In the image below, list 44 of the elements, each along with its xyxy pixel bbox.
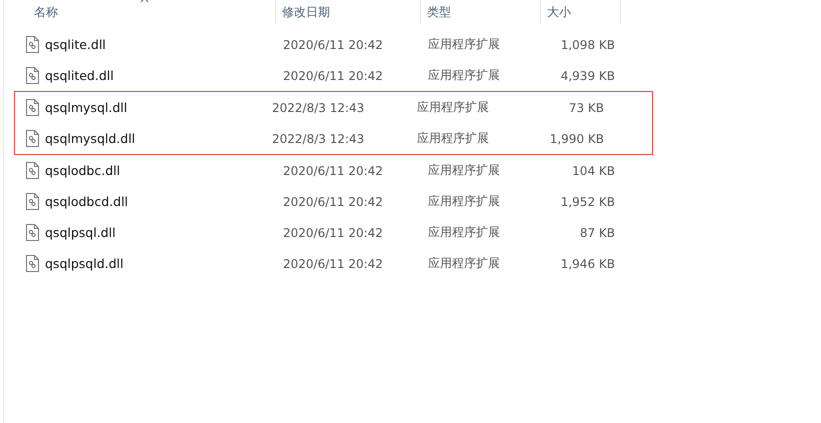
modified-date: 2020/6/11 20:42	[283, 164, 384, 178]
file-size: 1,990 KB	[548, 132, 604, 146]
file-size: 4,939 KB	[560, 68, 615, 82]
file-name[interactable]: qsqlpsqld.dll	[45, 256, 124, 271]
file-name[interactable]: qsqlpsql.dll	[45, 225, 116, 240]
column-header[interactable]: 修改日期	[282, 4, 330, 20]
file-icon	[26, 224, 39, 241]
file-size: 104 KB	[571, 164, 615, 178]
file-type: 应用程序扩展	[417, 130, 490, 147]
file-type: 应用程序扩展	[428, 67, 501, 84]
file-icon	[26, 36, 39, 53]
file-name[interactable]: qsqlite.dll	[45, 37, 106, 52]
file-icon	[26, 67, 39, 84]
file-icon	[26, 162, 39, 179]
modified-date: 2020/6/11 20:42	[283, 68, 384, 82]
file-type: 应用程序扩展	[428, 193, 501, 210]
column-header[interactable]: 大小	[547, 4, 571, 20]
file-type: 应用程序扩展	[417, 99, 490, 116]
file-name[interactable]: qsqlodbcd.dll	[45, 194, 128, 209]
file-type: 应用程序扩展	[428, 255, 501, 272]
file-size: 1,952 KB	[560, 194, 615, 208]
file-icon	[26, 255, 39, 272]
file-name[interactable]: qsqlmysqld.dll	[45, 131, 136, 146]
file-size: 1,946 KB	[560, 256, 615, 270]
modified-date: 2020/6/11 20:42	[283, 194, 384, 208]
file-icon	[26, 130, 39, 147]
file-type: 应用程序扩展	[428, 162, 501, 179]
file-size: 1,098 KB	[560, 38, 615, 52]
file-type: 应用程序扩展	[428, 224, 501, 241]
modified-date: 2022/8/3 12:43	[272, 100, 366, 114]
column-header[interactable]: 类型	[427, 4, 451, 20]
file-size: 87 KB	[578, 226, 615, 240]
file-type: 应用程序扩展	[428, 36, 501, 53]
modified-date: 2020/6/11 20:42	[283, 256, 384, 270]
modified-date: 2020/6/11 20:42	[283, 38, 384, 52]
file-name[interactable]: qsqlodbc.dll	[45, 163, 120, 178]
file-icon	[26, 99, 39, 116]
file-name[interactable]: qsqlited.dll	[45, 68, 114, 83]
file-size: 73 KB	[568, 100, 604, 114]
modified-date: 2020/6/11 20:42	[283, 226, 384, 240]
column-header[interactable]: 名称	[34, 4, 58, 20]
modified-date: 2022/8/3 12:43	[272, 132, 366, 146]
file-name[interactable]: qsqlmysql.dll	[45, 100, 128, 115]
file-icon	[26, 193, 39, 210]
